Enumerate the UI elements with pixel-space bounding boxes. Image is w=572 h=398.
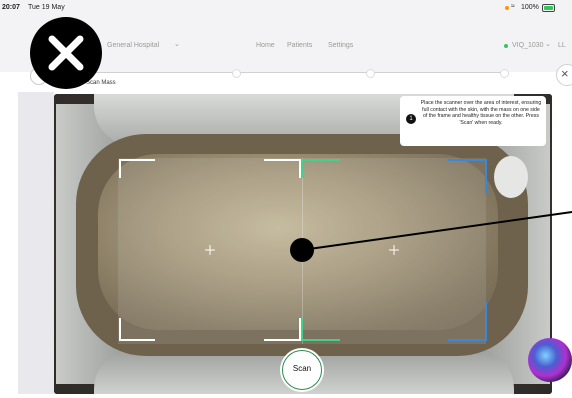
- pointer-dot: [290, 238, 314, 262]
- close-overlay-button[interactable]: [30, 17, 102, 89]
- pointer-line: [301, 211, 572, 251]
- close-icon: [48, 35, 84, 71]
